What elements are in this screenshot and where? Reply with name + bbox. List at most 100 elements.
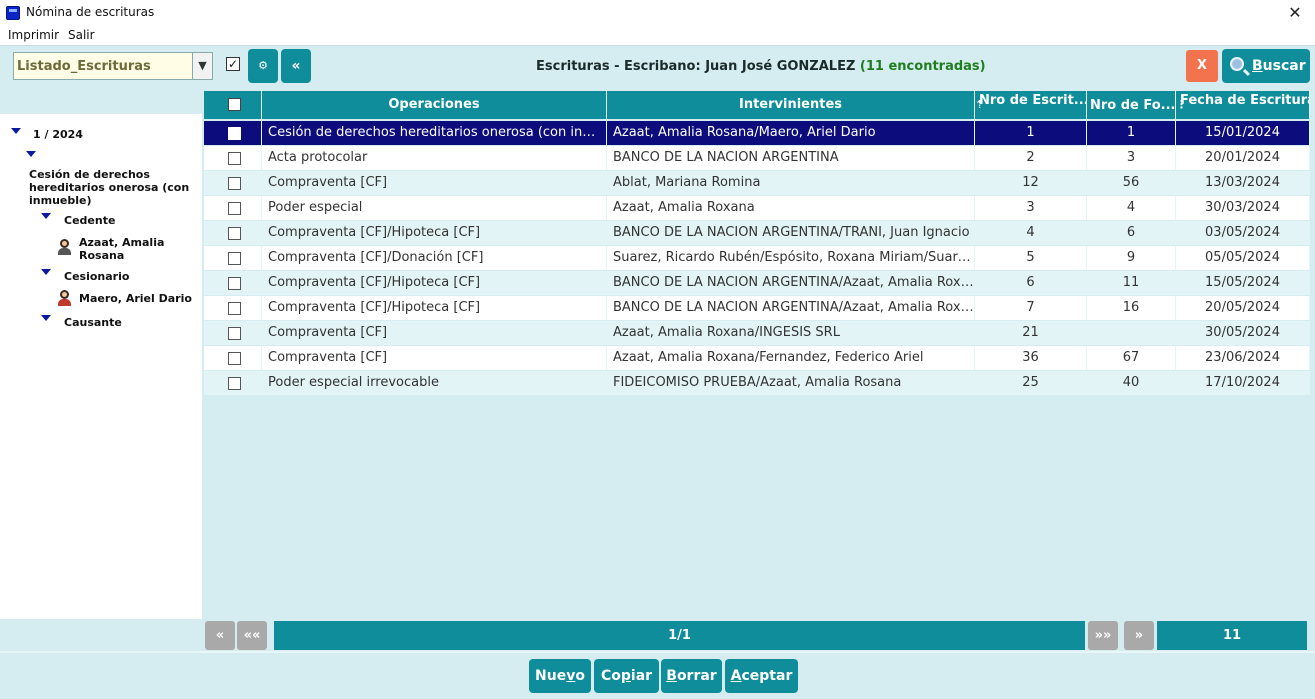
last-page-button[interactable]: »» [1088, 621, 1118, 650]
cell-select [204, 246, 262, 270]
tree-panel-footer [0, 619, 202, 635]
column-header-intervinientes[interactable]: Intervinientes [607, 91, 975, 119]
settings-button[interactable]: ⚙ [248, 49, 278, 83]
aceptar-button[interactable]: Aceptar [725, 659, 798, 693]
cell-nro-folio: 1 [1087, 121, 1176, 145]
table-row[interactable]: Compraventa [CF]/Donación [CF] Suarez, Ri… [204, 246, 1310, 271]
page-title-text: Escrituras - Escribano: Juan José GONZAL… [536, 59, 856, 74]
listado-select[interactable]: Listado_Escrituras ▼ [13, 52, 213, 80]
tree-root-node[interactable]: 1 / 2024 [33, 128, 83, 141]
menu-salir[interactable]: Salir [68, 28, 95, 42]
cell-intervinientes: Azaat, Amalia Roxana/Fernandez, Federico… [607, 346, 975, 370]
tree-panel: 1 / 2024 Cesión de derechos hereditarios… [0, 88, 202, 635]
cell-operacion: Poder especial [262, 196, 607, 220]
cell-nro-escritura: 3 [975, 196, 1087, 220]
cell-nro-folio: 40 [1087, 371, 1176, 395]
collapse-panel-button[interactable]: « [281, 49, 311, 83]
search-button[interactable]: Buscar [1222, 49, 1310, 83]
tree-person-cedente[interactable]: Azaat, Amalia Rosana [79, 236, 189, 262]
header-checkbox[interactable] [228, 98, 241, 111]
sort-icon[interactable]: ⇡ [975, 98, 984, 112]
cell-select [204, 221, 262, 245]
column-header-nro-folio[interactable]: Nro de Fo... [1087, 91, 1176, 119]
table-row[interactable]: Compraventa [CF]/Hipoteca [CF] BANCO DE L… [204, 221, 1310, 246]
table-row[interactable]: Compraventa [CF] Azaat, Amalia Roxana/ING… [204, 321, 1310, 346]
cell-nro-folio: 9 [1087, 246, 1176, 270]
cell-select [204, 196, 262, 220]
row-checkbox[interactable] [228, 327, 241, 340]
table-row[interactable]: Compraventa [CF] Ablat, Mariana Romina 12 5… [204, 171, 1310, 196]
row-checkbox[interactable] [228, 252, 241, 265]
tree-role-causante[interactable]: Causante [64, 316, 122, 329]
select-all-checkbox[interactable]: ✓ [226, 57, 240, 71]
cell-nro-folio: 3 [1087, 146, 1176, 170]
row-checkbox[interactable] [228, 177, 241, 190]
row-checkbox[interactable] [228, 377, 241, 390]
chevron-down-icon[interactable]: ▼ [192, 53, 212, 79]
prev-page-button[interactable]: « [205, 621, 235, 650]
header-select-cell [204, 91, 262, 119]
cell-nro-escritura: 2 [975, 146, 1087, 170]
cell-nro-escritura: 21 [975, 321, 1087, 345]
table-row[interactable]: Cesión de derechos hereditarios onerosa … [204, 121, 1310, 146]
cell-fecha: 15/05/2024 [1176, 271, 1310, 295]
cell-operacion: Compraventa [CF]/Donación [CF] [262, 246, 607, 270]
table-row[interactable]: Acta protocolar BANCO DE LA NACION ARGENT… [204, 146, 1310, 171]
cell-fecha: 05/05/2024 [1176, 246, 1310, 270]
row-checkbox[interactable] [228, 152, 241, 165]
next-page-button[interactable]: » [1124, 621, 1154, 650]
page-title: Escrituras - Escribano: Juan José GONZAL… [536, 59, 986, 74]
cell-select [204, 371, 262, 395]
table-row[interactable]: Poder especial Azaat, Amalia Roxana 3 4 30/0… [204, 196, 1310, 221]
cell-operacion: Compraventa [CF]/Hipoteca [CF] [262, 271, 607, 295]
column-header-operaciones[interactable]: Operaciones [262, 91, 607, 119]
row-checkbox[interactable] [228, 227, 241, 240]
column-menu-icon[interactable]: ⋮ [1176, 98, 1187, 112]
cell-intervinientes: Ablat, Mariana Romina [607, 171, 975, 195]
copiar-button[interactable]: Copiar [594, 659, 659, 693]
cell-fecha: 13/03/2024 [1176, 171, 1310, 195]
clear-button[interactable]: X [1186, 50, 1218, 82]
first-page-button[interactable]: «« [237, 621, 267, 650]
table-row[interactable]: Compraventa [CF]/Hipoteca [CF] BANCO DE L… [204, 271, 1310, 296]
search-button-label: Buscar [1252, 58, 1306, 74]
cell-select [204, 271, 262, 295]
row-checkbox[interactable] [228, 277, 241, 290]
tree-role-cedente[interactable]: Cedente [64, 214, 115, 227]
cell-intervinientes: Azaat, Amalia Roxana/INGESIS SRL [607, 321, 975, 345]
tree-person-cesionario[interactable]: Maero, Ariel Dario [79, 292, 192, 305]
nuevo-button[interactable]: Nuevo [529, 659, 591, 693]
row-checkbox[interactable] [228, 202, 241, 215]
table-row[interactable]: Compraventa [CF] Azaat, Amalia Roxana/Fer… [204, 346, 1310, 371]
expand-triangle-icon[interactable] [41, 213, 51, 219]
row-checkbox[interactable] [228, 302, 241, 315]
menu-imprimir[interactable]: Imprimir [8, 28, 59, 42]
borrar-button[interactable]: Borrar [661, 659, 722, 693]
app-window-icon [6, 6, 20, 20]
expand-triangle-icon[interactable] [11, 128, 21, 134]
cell-select [204, 346, 262, 370]
cell-nro-folio: 6 [1087, 221, 1176, 245]
cell-nro-escritura: 25 [975, 371, 1087, 395]
row-checkbox[interactable] [228, 127, 241, 140]
expand-triangle-icon[interactable] [41, 269, 51, 275]
cell-nro-escritura: 12 [975, 171, 1087, 195]
cell-intervinientes: BANCO DE LA NACION ARGENTINA [607, 146, 975, 170]
column-header-fecha[interactable]: Fecha de Escritura ⋮ [1176, 91, 1310, 119]
tree-role-cesionario[interactable]: Cesionario [64, 270, 129, 283]
expand-triangle-icon[interactable] [26, 151, 36, 157]
column-header-nro-escritura[interactable]: Nro de Escrit... ⇡ [975, 91, 1087, 119]
cell-operacion: Compraventa [CF]/Hipoteca [CF] [262, 296, 607, 320]
cell-nro-folio: 56 [1087, 171, 1176, 195]
page-indicator: 1/1 [274, 621, 1085, 650]
table-row[interactable]: Compraventa [CF]/Hipoteca [CF] BANCO DE L… [204, 296, 1310, 321]
close-window-button[interactable]: ✕ [1285, 3, 1305, 23]
expand-triangle-icon[interactable] [41, 315, 51, 321]
cell-operacion: Compraventa [CF]/Hipoteca [CF] [262, 221, 607, 245]
cell-intervinientes: BANCO DE LA NACION ARGENTINA/TRANI, Juan… [607, 221, 975, 245]
row-checkbox[interactable] [228, 352, 241, 365]
tree-operation-node[interactable]: Cesión de derechos hereditarios onerosa … [29, 168, 194, 207]
cell-fecha: 23/06/2024 [1176, 346, 1310, 370]
cell-intervinientes: Azaat, Amalia Roxana [607, 196, 975, 220]
table-row[interactable]: Poder especial irrevocable FIDEICOMISO PR… [204, 371, 1310, 396]
